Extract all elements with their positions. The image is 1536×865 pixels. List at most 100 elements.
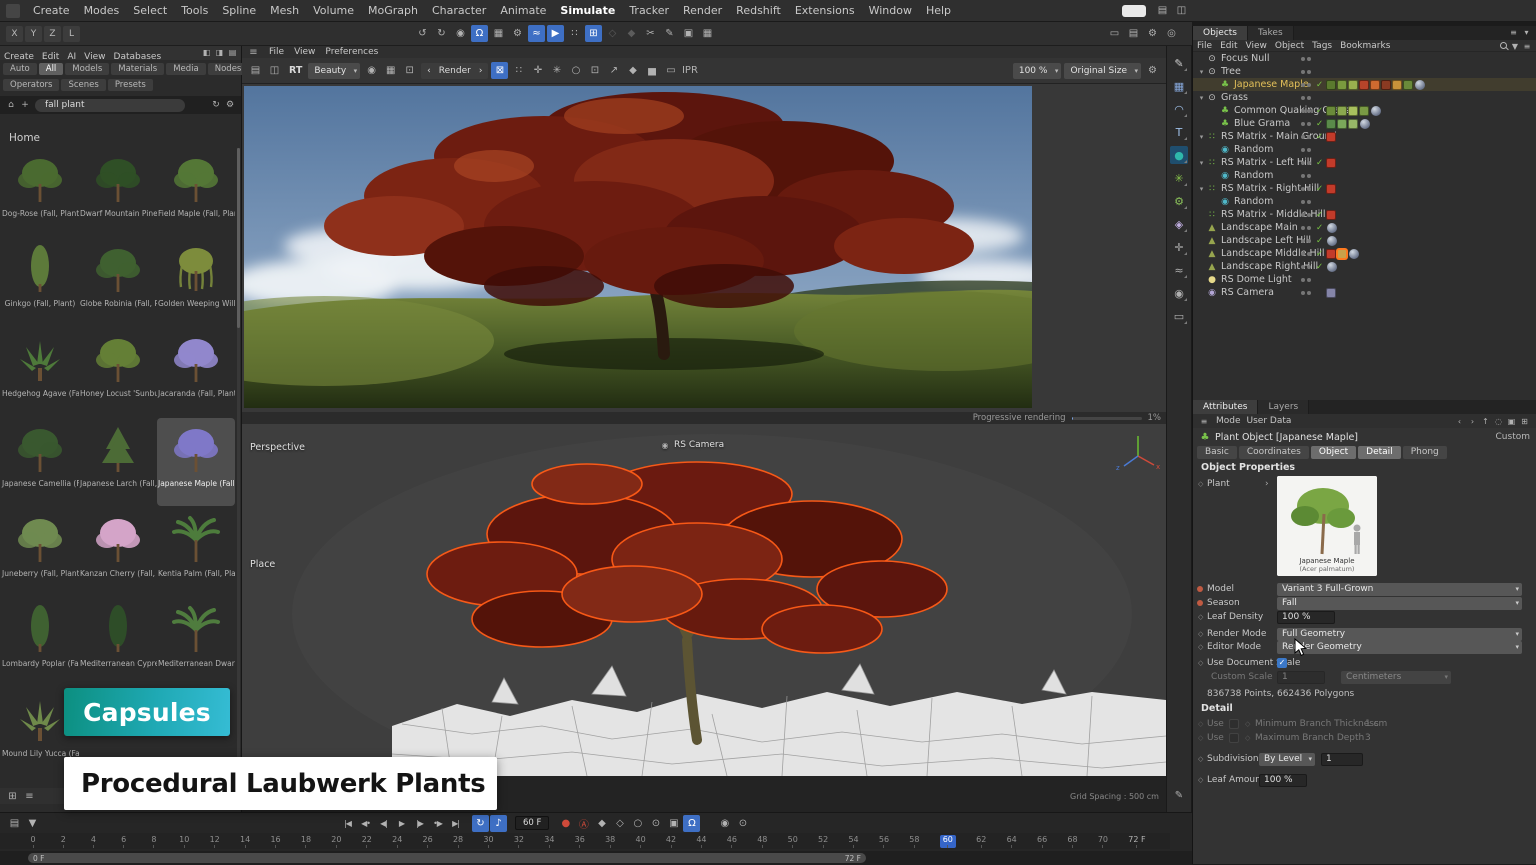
material-tag-chip[interactable] (1326, 288, 1336, 298)
region-crop-icon[interactable]: ⊡ (401, 62, 418, 79)
size-dropdown[interactable]: Original Size▾ (1064, 63, 1141, 79)
render-picture-viewer-icon[interactable]: ▤ (1125, 25, 1142, 42)
axis-lock-y[interactable]: Y (25, 26, 42, 42)
frame-16[interactable]: 16 (270, 835, 280, 848)
attr-tab-object[interactable]: Object (1311, 446, 1356, 459)
display-mode-icon[interactable]: ◉ (363, 62, 380, 79)
undo-icon[interactable]: ↺ (414, 25, 431, 42)
attr-tab-basic[interactable]: Basic (1197, 446, 1237, 459)
menu-volume[interactable]: Volume (306, 4, 361, 17)
asset-item-golden-weeping-willo[interactable]: Golden Weeping Willo... (157, 238, 235, 326)
next-key-icon[interactable]: •▶ (429, 815, 446, 832)
pen-tool-icon[interactable]: ✎ (1170, 54, 1188, 72)
menu-redshift[interactable]: Redshift (729, 4, 788, 17)
asset-item-japanese-maple-fall[interactable]: Japanese Maple (Fall, ... (157, 418, 235, 506)
plant-preview-thumbnail[interactable]: Japanese Maple (Acer palmatum) (1277, 476, 1377, 576)
use-document-scale-checkbox[interactable]: ✓ (1277, 658, 1287, 668)
workplane-lock-icon[interactable]: ◆ (623, 25, 640, 42)
hud-toggle-icon[interactable]: ⊙ (734, 815, 751, 832)
field-icon[interactable]: ✳ (1170, 169, 1188, 187)
menu-extensions[interactable]: Extensions (788, 4, 862, 17)
object-row-focus-null[interactable]: ⊙Focus Null (1193, 52, 1536, 65)
magnet-tool-icon[interactable]: Ω (471, 25, 488, 42)
frame-58[interactable]: 58 (909, 835, 919, 848)
subdivision-field[interactable]: 1 (1321, 753, 1363, 766)
filter-tab-models[interactable]: Models (65, 63, 109, 75)
attr-up-icon[interactable]: ↑ (1479, 415, 1492, 428)
visibility-dots[interactable] (1301, 109, 1313, 113)
volume-mesh-icon[interactable]: ▦ (699, 25, 716, 42)
frame-0[interactable]: 0 (28, 835, 38, 848)
visibility-dots[interactable] (1301, 265, 1313, 269)
rt-label[interactable]: RT (286, 65, 305, 76)
home-icon[interactable]: ⌂ (4, 98, 18, 112)
material-tag-chip[interactable] (1348, 119, 1358, 129)
filter-tab-all[interactable]: All (39, 63, 64, 75)
asset-item-kanzan-cherry-fall-pl[interactable]: Kanzan Cherry (Fall, Pl... (79, 508, 157, 596)
asset-item-lombardy-poplar-fall[interactable]: Lombardy Poplar (Fall... (1, 598, 79, 686)
list-view-icon[interactable]: ≡ (21, 788, 38, 805)
float-panel-icon[interactable]: ▤ (226, 46, 239, 59)
menu-help[interactable]: Help (919, 4, 958, 17)
render-region-icon[interactable]: ▭ (1170, 307, 1188, 325)
render-mode-dropdown[interactable]: Beauty▾ (308, 63, 360, 79)
phong-tag-icon[interactable] (1349, 249, 1359, 259)
asset-item-dwarf-mountain-pine[interactable]: Dwarf Mountain Pine (... (79, 148, 157, 236)
attr-lock-icon[interactable]: ▣ (1505, 415, 1518, 428)
objects-menu-file[interactable]: File (1193, 41, 1216, 51)
object-row-common-quaking-grass[interactable]: ♣Common Quaking Grass✓ (1193, 104, 1536, 117)
visibility-dots[interactable] (1301, 161, 1313, 165)
menu-animate[interactable]: Animate (493, 4, 553, 17)
asset-item-mediterranean-cypres[interactable]: Mediterranean Cypres... (79, 598, 157, 686)
attr-search-icon[interactable]: ◌ (1492, 415, 1505, 428)
menu-window[interactable]: Window (862, 4, 919, 17)
expander-icon[interactable]: ▾ (1197, 159, 1206, 167)
render-view-settings-icon[interactable]: ⚙ (1144, 62, 1161, 79)
go-to-end-icon[interactable]: ▶| (447, 815, 464, 832)
objects-menu-tags[interactable]: Tags (1308, 41, 1336, 51)
visibility-dots[interactable] (1301, 96, 1313, 100)
frame-54[interactable]: 54 (848, 835, 858, 848)
custom-preset-button[interactable]: Custom (1496, 432, 1530, 442)
pixel-grid-icon[interactable]: ∷ (510, 62, 527, 79)
object-row-rs-camera[interactable]: ◉RS Camera (1193, 286, 1536, 299)
filter-tab-materials[interactable]: Materials (111, 63, 164, 75)
objects-panel-pin-icon[interactable]: ▾ (1520, 26, 1533, 39)
attr-layout-icon[interactable]: ⊞ (1518, 415, 1531, 428)
object-row-random[interactable]: ◉Random (1193, 143, 1536, 156)
render-view-icon[interactable]: ▭ (1106, 25, 1123, 42)
frame-2[interactable]: 2 (58, 835, 68, 848)
category-tab-operators[interactable]: Operators (3, 79, 59, 91)
axis-lock-x[interactable]: X (6, 26, 23, 42)
star-filter-icon[interactable]: ◆ (624, 62, 641, 79)
expander-icon[interactable]: ▾ (1197, 133, 1206, 141)
browser-menu-databases[interactable]: Databases (110, 52, 166, 62)
view-label[interactable]: Perspective (250, 442, 305, 453)
phong-tag-icon[interactable] (1327, 236, 1337, 246)
material-tag-chip[interactable] (1392, 80, 1402, 90)
histogram-icon[interactable]: ▅ (643, 62, 660, 79)
asset-item-kentia-palm-fall-plant[interactable]: Kentia Palm (Fall, Plant) (157, 508, 235, 596)
plant-expand-icon[interactable]: › (1265, 479, 1269, 489)
material-tag-chip[interactable] (1326, 158, 1336, 168)
season-dropdown[interactable]: Fall▾ (1277, 597, 1522, 610)
menu-simulate[interactable]: Simulate (553, 4, 622, 17)
layout-grid-icon[interactable]: ▤ (1154, 2, 1171, 19)
menu-create[interactable]: Create (26, 4, 77, 17)
visibility-dots[interactable] (1301, 226, 1313, 230)
next-frame-icon[interactable]: |▶ (411, 815, 428, 832)
asset-item-japanese-larch-fall-pl[interactable]: Japanese Larch (Fall, Pl... (79, 418, 157, 506)
axis-lock-l[interactable]: L (63, 26, 80, 42)
snapshot-icon[interactable]: ▤ (247, 62, 264, 79)
frame-12[interactable]: 12 (210, 835, 220, 848)
attr-tab-phong[interactable]: Phong (1403, 446, 1447, 459)
go-to-start-icon[interactable]: |◀ (339, 815, 356, 832)
category-tab-presets[interactable]: Presets (108, 79, 153, 91)
material-tag-chip[interactable] (1326, 210, 1336, 220)
mode-dropdown[interactable]: Mode (1216, 416, 1241, 426)
wireframe-icon[interactable]: ▦ (382, 62, 399, 79)
objects-filter-icon[interactable]: ▼ (1509, 40, 1521, 52)
enabled-check-icon[interactable]: ✓ (1313, 236, 1326, 246)
fit-view-icon[interactable]: ↗ (605, 62, 622, 79)
snap-toggle-icon[interactable]: ⊞ (585, 25, 602, 42)
